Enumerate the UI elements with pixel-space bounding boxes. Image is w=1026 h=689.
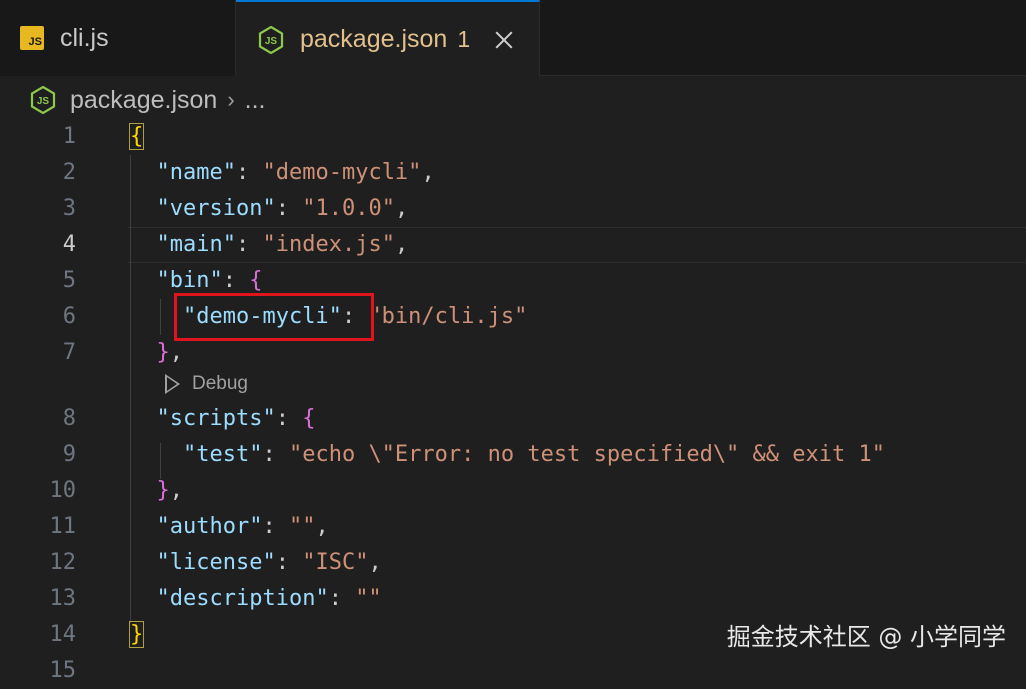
json-key: "main" (156, 232, 236, 257)
line-number: 5 (62, 268, 76, 293)
code-line: 10 }, (0, 473, 1026, 509)
breadcrumb-more[interactable]: ... (245, 86, 266, 115)
code-line: 9 "test": "echo \"Error: no test specifi… (0, 437, 1026, 473)
line-number: 3 (62, 196, 76, 221)
line-number: 10 (49, 478, 77, 503)
node-json-icon: JS (258, 25, 284, 54)
json-key: "license" (156, 550, 276, 575)
tab-label: package.json (300, 25, 448, 53)
code-line: 12 "license": "ISC", (0, 545, 1026, 581)
brace-close: } (156, 478, 170, 503)
code-line: 6 "demo-mycli": "bin/cli.js" (0, 299, 1026, 335)
json-key: "bin" (156, 268, 223, 293)
play-icon (165, 374, 180, 394)
watermark: 掘金技术社区 @ 小学同学 (726, 623, 1006, 651)
code-line: 2 "name": "demo-mycli", (0, 155, 1026, 191)
code-line: 1 { (0, 119, 1026, 155)
code-line: 3 "version": "1.0.0", (0, 191, 1026, 227)
line-number: 7 (62, 340, 76, 365)
annotation-highlight-box (174, 293, 374, 341)
node-json-icon: JS (30, 86, 56, 114)
brace-open: { (128, 123, 145, 150)
code-line: 13 "description": "" (0, 581, 1026, 617)
brace-open: { (302, 406, 316, 431)
brace-open: { (249, 268, 263, 293)
tab-bar: JS cli.js JS package.json 1 (0, 0, 1026, 77)
json-value: "" (288, 514, 316, 539)
json-key: "test" (182, 442, 263, 467)
line-number: 11 (49, 514, 77, 539)
problem-count-badge: 1 (457, 26, 471, 52)
json-value: "index.js" (262, 232, 395, 257)
json-key: "author" (156, 514, 263, 539)
svg-text:JS: JS (265, 36, 278, 47)
breadcrumb: JS package.json › ... (30, 80, 266, 120)
line-number: 8 (62, 406, 76, 431)
line-number: 1 (62, 124, 76, 149)
line-number: 14 (49, 622, 77, 647)
tab-cli-js[interactable]: JS cli.js (0, 0, 236, 76)
json-value: "" (355, 586, 382, 611)
code-line: 4 "main": "index.js", (0, 227, 1026, 263)
chevron-right-icon: › (227, 87, 235, 112)
line-number: 2 (62, 160, 76, 185)
json-key: "scripts" (156, 406, 276, 431)
json-key: "name" (156, 160, 236, 185)
line-number: 6 (62, 304, 76, 329)
line-number: 9 (62, 442, 76, 467)
line-number: 12 (49, 550, 77, 575)
brace-close: } (128, 621, 145, 648)
line-number: 4 (62, 232, 76, 257)
close-icon[interactable] (492, 28, 516, 52)
debug-codelens[interactable]: Debug (165, 369, 248, 399)
json-key: "description" (156, 586, 329, 611)
json-value: "bin/cli.js" (368, 304, 528, 329)
code-line: 8 "scripts": { (0, 401, 1026, 437)
json-value: "demo-mycli" (262, 160, 422, 185)
json-value: "echo \"Error: no test specified\" && ex… (288, 442, 885, 467)
breadcrumb-file[interactable]: package.json (70, 86, 217, 115)
code-line: 15 (0, 653, 1026, 689)
line-number: 15 (49, 658, 77, 683)
json-value: "1.0.0" (302, 196, 395, 221)
brace-close: } (156, 340, 170, 365)
js-file-icon: JS (20, 26, 44, 50)
json-key: "version" (156, 196, 276, 221)
code-editor[interactable]: 1 { 2 "name": "demo-mycli", 3 "version":… (0, 119, 1026, 683)
code-line: 11 "author": "", (0, 509, 1026, 545)
svg-text:JS: JS (37, 96, 50, 107)
code-line: 5 "bin": { (0, 263, 1026, 299)
tab-package-json[interactable]: JS package.json 1 (236, 0, 540, 77)
debug-label: Debug (192, 373, 248, 394)
json-value: "ISC" (302, 550, 369, 575)
code-line: 7 }, (0, 335, 1026, 371)
line-number: 13 (49, 586, 77, 611)
tab-label: cli.js (60, 23, 109, 52)
